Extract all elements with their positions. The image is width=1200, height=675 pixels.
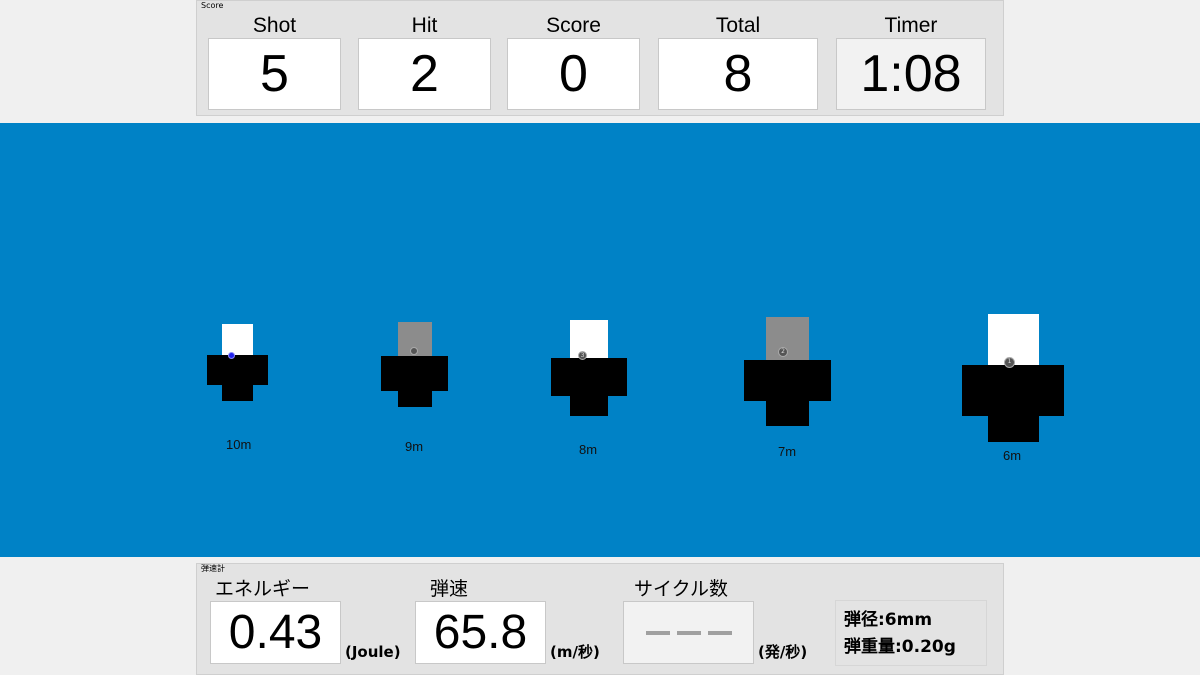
- dash: [676, 630, 701, 635]
- target-card[interactable]: [988, 314, 1039, 365]
- target-stand: [744, 360, 831, 401]
- chrono-panel-caption: 弾速計: [201, 564, 225, 573]
- target-stand-base: [570, 396, 608, 416]
- shooting-range-field[interactable]: 10m 9m 3 8m 2 7m 1 6m: [0, 123, 1200, 557]
- target-stand-base: [766, 401, 809, 426]
- target-stand-base: [988, 416, 1039, 442]
- speed-value: 65.8: [415, 601, 546, 664]
- dash: [645, 630, 670, 635]
- shot-label: Shot: [252, 14, 297, 37]
- total-value: 8: [658, 38, 818, 110]
- score-panel-caption: Score: [201, 1, 224, 10]
- hit-label: Hit: [411, 14, 438, 37]
- energy-value: 0.43: [210, 601, 341, 664]
- bb-spec-box: 弾径:6mm 弾重量:0.20g: [835, 600, 987, 666]
- target-distance-label: 8m: [579, 442, 598, 457]
- target-stand: [381, 356, 448, 391]
- target-distance-label: 7m: [778, 444, 797, 459]
- target-distance-label: 6m: [1003, 448, 1022, 463]
- energy-unit: (Joule): [345, 643, 401, 661]
- hit-marker-icon: 2: [778, 347, 788, 357]
- target-distance-label: 9m: [405, 439, 424, 454]
- score-value: 0: [507, 38, 640, 110]
- hit-marker-icon: [228, 352, 235, 359]
- cycle-unit: (発/秒): [758, 643, 808, 661]
- cycle-value: [623, 601, 754, 664]
- hit-marker-icon: 1: [1004, 357, 1015, 368]
- target-card[interactable]: [222, 324, 253, 355]
- cycle-value-placeholder: [645, 630, 732, 635]
- speed-label: 弾速: [430, 578, 469, 600]
- score-panel: Score Shot 5 Hit 2 Score 0 Total 8 Timer…: [196, 0, 1004, 116]
- target-card[interactable]: [570, 320, 608, 358]
- bb-caliber: 弾径:6mm: [844, 610, 933, 630]
- chronograph-panel: 弾速計 エネルギー 0.43 (Joule) 弾速 65.8 (m/秒) サイク…: [196, 563, 1004, 675]
- shot-value: 5: [208, 38, 341, 110]
- target-stand: [207, 355, 268, 385]
- score-label: Score: [546, 14, 601, 37]
- target-stand: [962, 365, 1064, 416]
- hit-marker-icon: 3: [578, 351, 587, 360]
- speed-unit: (m/秒): [550, 643, 600, 661]
- energy-label: エネルギー: [215, 578, 311, 600]
- target-stand-base: [222, 385, 253, 401]
- hit-marker-icon: [410, 347, 418, 355]
- target-distance-label: 10m: [226, 437, 252, 452]
- dash: [707, 630, 732, 635]
- target-stand: [551, 358, 627, 396]
- hit-value: 2: [358, 38, 491, 110]
- target-stand-base: [398, 391, 432, 407]
- bb-weight: 弾重量:0.20g: [844, 637, 956, 657]
- total-label: Total: [715, 14, 761, 37]
- cycle-label: サイクル数: [634, 578, 729, 600]
- timer-value: 1:08: [836, 38, 986, 110]
- timer-label: Timer: [884, 14, 938, 37]
